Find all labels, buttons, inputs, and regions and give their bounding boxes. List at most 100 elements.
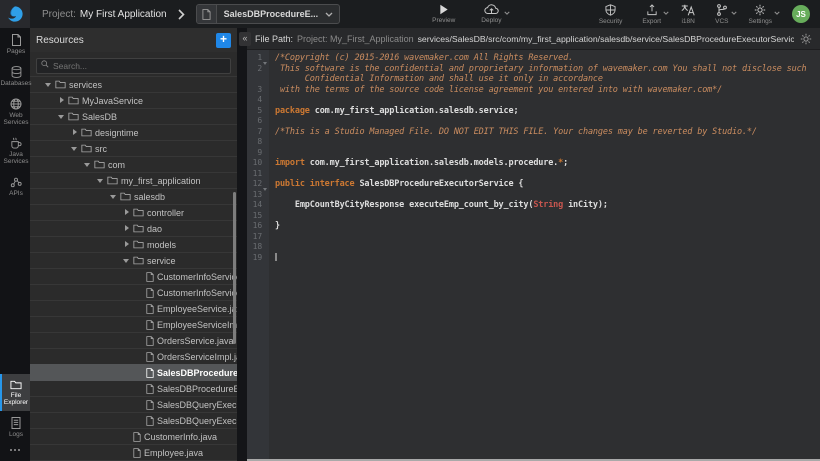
user-avatar[interactable]: JS bbox=[792, 5, 810, 23]
tree-item-customerinfo-java[interactable]: CustomerInfo.java bbox=[30, 428, 237, 444]
export-button[interactable]: Export bbox=[642, 4, 661, 25]
code-line: 12public interface SalesDBProcedureExecu… bbox=[247, 179, 820, 190]
tree-expand-arrow[interactable] bbox=[122, 256, 131, 265]
preview-button[interactable]: Preview bbox=[432, 4, 455, 24]
tree-item-ordersservice-java[interactable]: OrdersService.java bbox=[30, 332, 237, 348]
more-options-icon[interactable] bbox=[0, 443, 30, 461]
tree-item-salesdb[interactable]: salesdb bbox=[30, 188, 237, 204]
tree-item-employeeservice-java[interactable]: EmployeeService.java bbox=[30, 300, 237, 316]
line-number: 7 bbox=[247, 127, 269, 138]
tree-item-salesdbqueryexecutorservice-java[interactable]: SalesDBQueryExecutorService.java bbox=[30, 396, 237, 412]
tree-expand-arrow[interactable] bbox=[57, 112, 66, 121]
security-button[interactable]: Security bbox=[599, 4, 622, 25]
tree-expand-arrow[interactable] bbox=[44, 80, 53, 89]
sidebar-item-web-services[interactable]: Web Services bbox=[0, 92, 30, 131]
file-icon bbox=[146, 320, 154, 330]
tree-item-label: service bbox=[147, 256, 176, 266]
tree-expand-arrow[interactable] bbox=[122, 224, 131, 233]
file-icon bbox=[146, 352, 154, 362]
tree-expand-arrow[interactable] bbox=[83, 160, 92, 169]
editor-settings-gear-icon[interactable] bbox=[794, 33, 812, 45]
sidebar-item-databases[interactable]: Databases bbox=[0, 60, 30, 92]
tree-item-employee-java[interactable]: Employee.java bbox=[30, 444, 237, 460]
tree-expand-arrow[interactable] bbox=[109, 192, 118, 201]
sidebar-item-file-explorer[interactable]: File Explorer bbox=[0, 374, 30, 411]
tree-item-salesdbprocedureexecutorservice-java[interactable]: SalesDBProcedureExecutorService.java bbox=[30, 364, 237, 380]
add-resource-button[interactable]: + bbox=[216, 33, 231, 48]
tree-item-ordersserviceimpl-java[interactable]: OrdersServiceImpl.java bbox=[30, 348, 237, 364]
open-file-tab[interactable]: SalesDBProcedureE... bbox=[196, 4, 341, 24]
settings-button[interactable]: Settings bbox=[749, 4, 773, 25]
tree-item-my-first-application[interactable]: my_first_application bbox=[30, 172, 237, 188]
code-text bbox=[269, 232, 820, 243]
translate-icon bbox=[681, 4, 695, 16]
sidebar-item-apis[interactable]: APIs bbox=[0, 170, 30, 202]
tree-item-label: SalesDBQueryExecutorServiceImpl.java bbox=[157, 416, 237, 426]
tree-expand-arrow[interactable] bbox=[122, 208, 131, 217]
line-number: 15 bbox=[247, 211, 269, 222]
code-line: 4 bbox=[247, 95, 820, 106]
code-text: public interface SalesDBProcedureExecuto… bbox=[269, 179, 820, 190]
tree-item-label: MyJavaService bbox=[82, 96, 143, 106]
line-number: 17 bbox=[247, 232, 269, 243]
tree-expand-arrow[interactable] bbox=[96, 176, 105, 185]
folder-icon bbox=[68, 112, 79, 121]
tree-item-label: CustomerInfo.java bbox=[144, 432, 217, 442]
tree-expand-arrow[interactable] bbox=[70, 144, 79, 153]
tree-expand-arrow[interactable] bbox=[57, 96, 66, 105]
breadcrumb-chevron-icon bbox=[178, 9, 185, 20]
tree-item-label: Employee.java bbox=[144, 448, 203, 458]
tree-item-salesdbprocedureexecutorserviceimpl-java[interactable]: SalesDBProcedureExecutorServiceImpl.java bbox=[30, 380, 237, 396]
left-nav-sidebar: Pages Databases Web Services Java Servic… bbox=[0, 28, 30, 461]
code-line: 3 with the terms of the source code lice… bbox=[247, 85, 820, 96]
tree-item-controller[interactable]: controller bbox=[30, 204, 237, 220]
tree-item-customerinfoservice-java[interactable]: CustomerInfoService.java bbox=[30, 268, 237, 284]
line-number: 11 bbox=[247, 169, 269, 180]
code-line: 11 bbox=[247, 169, 820, 180]
tree-item-src[interactable]: src bbox=[30, 140, 237, 156]
tab-chevron-down-icon bbox=[325, 12, 333, 17]
tree-item-salesdbqueryexecutorserviceimpl-java[interactable]: SalesDBQueryExecutorServiceImpl.java bbox=[30, 412, 237, 428]
code-text bbox=[269, 137, 820, 148]
wavemaker-logo[interactable] bbox=[0, 0, 30, 28]
code-line: 19 bbox=[247, 253, 820, 264]
tree-item-models[interactable]: models bbox=[30, 236, 237, 252]
tree-item-label: EmployeeService.java bbox=[157, 304, 237, 314]
log-file-icon bbox=[11, 417, 21, 429]
tree-item-employeeserviceimpl-java[interactable]: EmployeeServiceImpl.java bbox=[30, 316, 237, 332]
tree-item-myjavaservice[interactable]: MyJavaService bbox=[30, 92, 237, 108]
tree-item-service[interactable]: service bbox=[30, 252, 237, 268]
tree-item-services[interactable]: services bbox=[30, 76, 237, 92]
code-editor[interactable]: 1/*Copyright (c) 2015-2016 wavemaker.com… bbox=[247, 50, 820, 459]
tree-expand-arrow[interactable] bbox=[70, 128, 79, 137]
git-branch-icon bbox=[716, 4, 727, 16]
code-line: 2 This software is the confidential and … bbox=[247, 64, 820, 75]
tree-item-label: SalesDBProcedureExecutorServiceImpl.java bbox=[157, 384, 237, 394]
code-line: 1/*Copyright (c) 2015-2016 wavemaker.com… bbox=[247, 53, 820, 64]
code-text bbox=[269, 95, 820, 106]
collapse-panel-button[interactable]: « bbox=[239, 32, 251, 46]
code-line: 13 bbox=[247, 190, 820, 201]
security-label: Security bbox=[599, 18, 622, 25]
tree-item-salesdb[interactable]: SalesDB bbox=[30, 108, 237, 124]
sidebar-item-pages[interactable]: Pages bbox=[0, 28, 30, 60]
i18n-button[interactable]: i18N bbox=[681, 4, 695, 25]
tree-item-customerinfoserviceimpl-java[interactable]: CustomerInfoServiceImpl.java bbox=[30, 284, 237, 300]
sidebar-item-logs[interactable]: Logs bbox=[0, 411, 30, 443]
sidebar-item-java-services[interactable]: Java Services bbox=[0, 131, 30, 170]
code-line: 7/*This is a Studio Managed File. DO NOT… bbox=[247, 127, 820, 138]
code-text bbox=[269, 148, 820, 159]
tree-item-com[interactable]: com bbox=[30, 156, 237, 172]
project-label: Project: bbox=[42, 9, 76, 20]
tree-expand-arrow[interactable] bbox=[122, 240, 131, 249]
tree-item-designtime[interactable]: designtime bbox=[30, 124, 237, 140]
sidebar-label: APIs bbox=[9, 190, 23, 197]
folder-icon bbox=[133, 240, 144, 249]
deploy-button[interactable]: Deploy bbox=[481, 4, 501, 24]
vcs-button[interactable]: VCS bbox=[715, 4, 728, 25]
search-input[interactable] bbox=[36, 58, 231, 74]
file-icon bbox=[133, 448, 141, 458]
tree-item-dao[interactable]: dao bbox=[30, 220, 237, 236]
code-editor-panel: File Path: Project: My_First_Application… bbox=[247, 28, 820, 461]
tree-scrollbar[interactable] bbox=[233, 192, 236, 344]
